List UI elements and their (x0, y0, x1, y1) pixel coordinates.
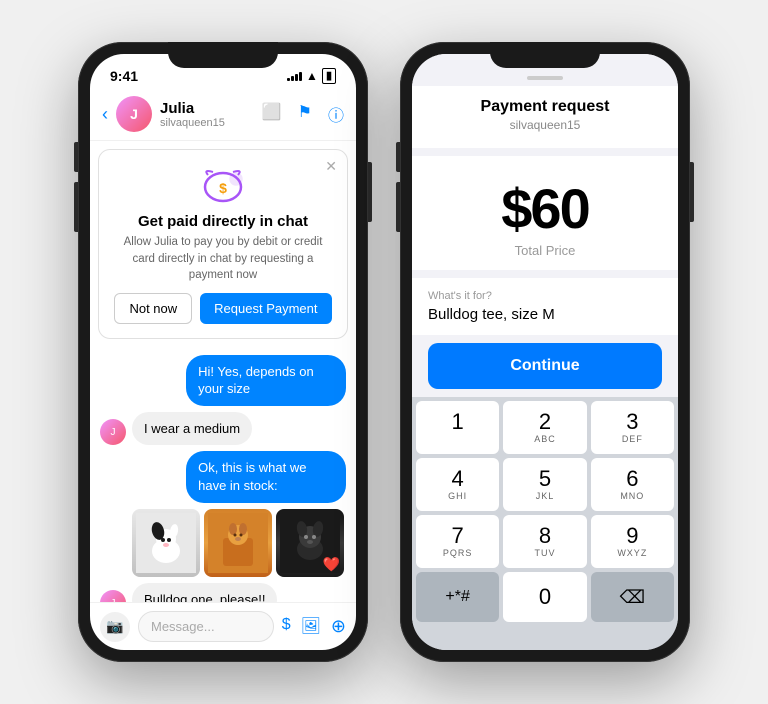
keypad-row-2: 4 GHI 5 JKL 6 MNO (416, 458, 674, 511)
notch (168, 42, 278, 68)
message-input-bar: 📷 Message... $ 🖼 ⊕ (90, 602, 356, 650)
payment-request-title: Payment request (432, 98, 658, 116)
contact-name: Julia (160, 100, 254, 117)
product-image-1 (132, 509, 200, 577)
key-4[interactable]: 4 GHI (416, 458, 499, 511)
message-bubble: Hi! Yes, depends on your size (186, 355, 346, 406)
contact-username: silvaqueen15 (160, 117, 254, 129)
product-image-3: ❤️ (276, 509, 344, 577)
keypad-row-4: +*# 0 ⌫ (416, 572, 674, 622)
message-row: Hi! Yes, depends on your size (100, 355, 346, 406)
info-icon[interactable]: ⓘ (328, 102, 344, 126)
side-button (690, 162, 694, 222)
battery-icon: ▮ (322, 68, 336, 84)
key-8[interactable]: 8 TUV (503, 515, 586, 568)
status-time: 9:41 (110, 68, 138, 84)
number-keypad: 1 2 ABC 3 DEF 4 GHI (412, 397, 678, 650)
phone-messenger: 9:41 ▲ ▮ ‹ J Julia si (78, 42, 368, 662)
vol-up-button (74, 142, 78, 172)
amount-section: $60 Total Price (412, 156, 678, 270)
dollar-icon[interactable]: $ (282, 616, 291, 637)
plus-icon[interactable]: ⊕ (331, 616, 346, 637)
vol-down-button (396, 182, 400, 232)
message-row: J Bulldog one, please!! (100, 583, 346, 603)
camera-icon[interactable]: 📷 (100, 612, 130, 642)
popup-title: Get paid directly in chat (113, 213, 333, 230)
popup-buttons: Not now Request Payment (113, 293, 333, 324)
popup-description: Allow Julia to pay you by debit or credi… (113, 234, 333, 282)
vol-down-button (74, 182, 78, 232)
key-1[interactable]: 1 (416, 401, 499, 454)
contact-info: Julia silvaqueen15 (160, 100, 254, 129)
what-for-value: Bulldog tee, size M (428, 306, 662, 323)
messenger-screen: 9:41 ▲ ▮ ‹ J Julia si (90, 54, 356, 650)
what-for-label: What's it for? (428, 290, 662, 302)
svg-text:$: $ (219, 180, 227, 196)
key-0[interactable]: 0 (503, 572, 586, 622)
chat-area: Hi! Yes, depends on your size J I wear a… (90, 347, 356, 602)
avatar: J (116, 96, 152, 132)
product-image-2 (204, 509, 272, 577)
message-bubble: I wear a medium (132, 412, 252, 446)
status-icons: ▲ ▮ (287, 68, 336, 84)
payment-amount: $60 (432, 176, 658, 241)
message-bar-icons: $ 🖼 ⊕ (282, 616, 346, 637)
message-bubble: Bulldog one, please!! (132, 583, 277, 603)
side-button (368, 162, 372, 222)
payment-popup-icon: $ (113, 164, 333, 207)
amount-label: Total Price (432, 243, 658, 258)
wifi-icon: ▲ (306, 69, 318, 83)
continue-button[interactable]: Continue (428, 343, 662, 389)
message-placeholder: Message... (151, 619, 215, 634)
vol-up-button (396, 142, 400, 172)
key-6[interactable]: 6 MNO (591, 458, 674, 511)
key-9[interactable]: 9 WXYZ (591, 515, 674, 568)
flag-icon[interactable]: ⚑ (298, 102, 312, 126)
keypad-row-3: 7 PQRS 8 TUV 9 WXYZ (416, 515, 674, 568)
header-action-icons: ⬜ ⚑ ⓘ (262, 102, 344, 126)
popup-close-button[interactable]: ✕ (325, 158, 337, 175)
not-now-button[interactable]: Not now (114, 293, 192, 324)
sender-avatar: J (100, 419, 126, 445)
payment-header: Payment request silvaqueen15 (412, 86, 678, 148)
image-icon[interactable]: 🖼 (301, 616, 321, 637)
message-row: Ok, this is what we have in stock: (100, 451, 346, 502)
what-for-section: What's it for? Bulldog tee, size M (412, 278, 678, 335)
key-5[interactable]: 5 JKL (503, 458, 586, 511)
key-backspace[interactable]: ⌫ (591, 572, 674, 622)
message-input[interactable]: Message... (138, 611, 274, 642)
phone-payment: 9:41 icons Payment request silvaqueen15 … (400, 42, 690, 662)
payment-request-subtitle: silvaqueen15 (432, 118, 658, 132)
key-3[interactable]: 3 DEF (591, 401, 674, 454)
message-bubble: Ok, this is what we have in stock: (186, 451, 346, 502)
chat-header: ‹ J Julia silvaqueen15 ⬜ ⚑ ⓘ (90, 90, 356, 141)
key-2[interactable]: 2 ABC (503, 401, 586, 454)
heart-badge: ❤️ (323, 556, 340, 573)
drag-handle (527, 76, 563, 80)
signal-icon (287, 71, 302, 81)
message-row: J I wear a medium (100, 412, 346, 446)
keypad-row-1: 1 2 ABC 3 DEF (416, 401, 674, 454)
request-payment-button[interactable]: Request Payment (200, 293, 331, 324)
payment-popup: ✕ $ Get paid directly in chat Allow Juli… (98, 149, 348, 339)
back-button[interactable]: ‹ (102, 104, 108, 125)
sender-avatar: J (100, 590, 126, 602)
video-call-icon[interactable]: ⬜ (262, 102, 282, 126)
key-7[interactable]: 7 PQRS (416, 515, 499, 568)
notch (490, 42, 600, 68)
key-symbols[interactable]: +*# (416, 572, 499, 622)
payment-screen-container: 9:41 icons Payment request silvaqueen15 … (412, 54, 678, 650)
product-images-row: ❤️ (100, 509, 346, 577)
